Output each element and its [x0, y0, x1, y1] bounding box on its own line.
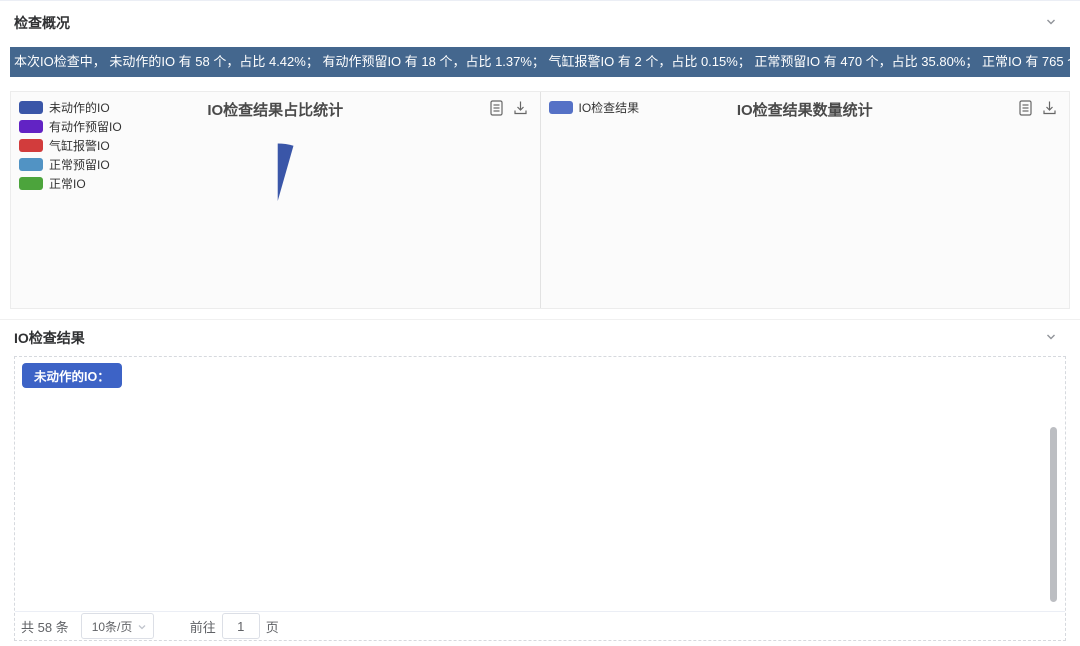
- bar-chart: [541, 92, 1070, 308]
- page-size-select[interactable]: 10条/页: [81, 613, 154, 639]
- goto-page-input[interactable]: [222, 613, 260, 639]
- io-inspection-page: 检查概况 本次IO检查中， 未动作的IO 有 58 个，占比 4.42%； 有动…: [0, 0, 1080, 646]
- goto-label: 前往: [190, 617, 216, 636]
- bar-chart-panel: IO检查结果数量统计 IO检查结果: [541, 92, 1070, 308]
- summary-banner: 本次IO检查中， 未动作的IO 有 58 个，占比 4.42%； 有动作预留IO…: [10, 47, 1070, 77]
- results-container: 未动作的IO： 共 58 条 10条/页 前往 页: [14, 356, 1066, 641]
- section-divider: [0, 319, 1080, 320]
- overview-section-title[interactable]: 检查概况: [14, 13, 70, 33]
- chevron-down-icon[interactable]: [1044, 15, 1058, 29]
- page-size-value: 10条/页: [92, 618, 133, 635]
- charts-container: IO检查结果占比统计 未动作的IO有动作预留IO气缸报警IO正常预留IO正常IO…: [10, 91, 1070, 309]
- pie-chart: [11, 92, 540, 308]
- goto-suffix: 页: [266, 617, 279, 636]
- pagination-total: 共 58 条: [21, 617, 69, 636]
- goto-page: 前往 页: [190, 613, 279, 639]
- table-scrollbar-thumb[interactable]: [1050, 427, 1057, 602]
- pie-slice-0: [278, 144, 294, 201]
- inactive-io-filter-button[interactable]: 未动作的IO：: [22, 363, 122, 388]
- chevron-down-icon[interactable]: [1044, 330, 1058, 344]
- chevron-down-icon: [137, 622, 147, 632]
- pie-chart-panel: IO检查结果占比统计 未动作的IO有动作预留IO气缸报警IO正常预留IO正常IO: [11, 92, 541, 308]
- results-section-title[interactable]: IO检查结果: [14, 328, 85, 348]
- pagination-bar: 共 58 条 10条/页 前往 页: [15, 611, 1065, 640]
